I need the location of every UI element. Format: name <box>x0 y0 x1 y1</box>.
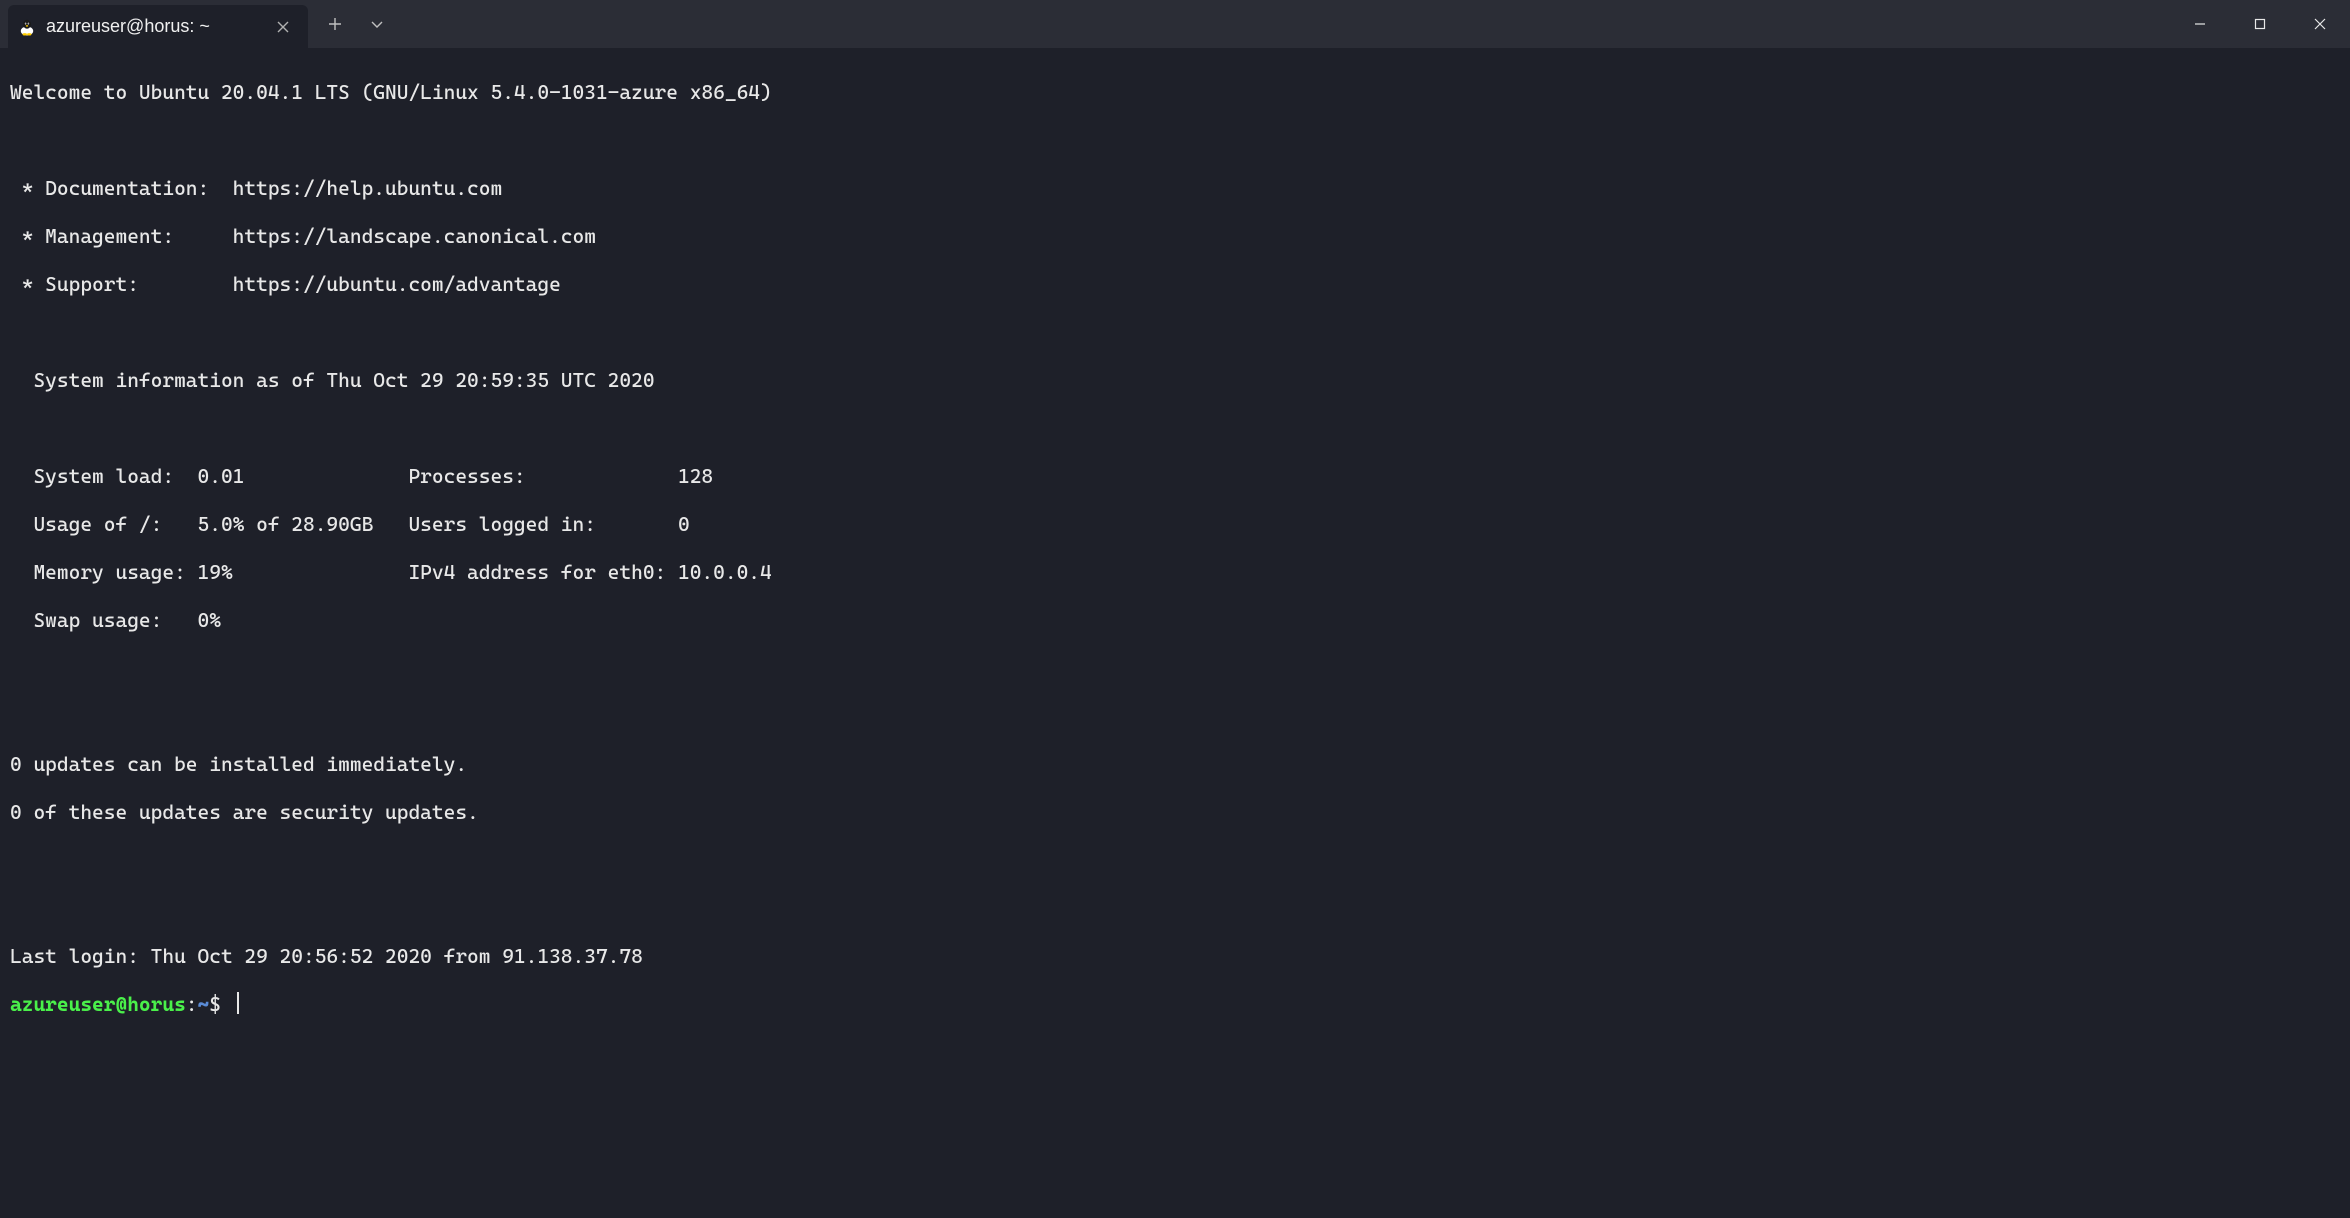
tab-strip: azureuser@horus: ~ <box>0 0 308 48</box>
titlebar-drag-region[interactable] <box>398 0 2170 48</box>
motd-welcome: Welcome to Ubuntu 20.04.1 LTS (GNU/Linux… <box>10 80 2340 104</box>
blank-line <box>10 656 2340 680</box>
sysinfo-row-1: System load: 0.01 Processes: 128 <box>10 464 2340 488</box>
tab-active[interactable]: azureuser@horus: ~ <box>8 5 308 48</box>
blank-line <box>10 896 2340 920</box>
updates-line-2: 0 of these updates are security updates. <box>10 800 2340 824</box>
motd-link-support: * Support: https://ubuntu.com/advantage <box>10 272 2340 296</box>
updates-line-1: 0 updates can be installed immediately. <box>10 752 2340 776</box>
chevron-down-icon <box>370 17 384 31</box>
sysinfo-header: System information as of Thu Oct 29 20:5… <box>10 368 2340 392</box>
prompt-sep: : <box>186 992 198 1016</box>
titlebar: azureuser@horus: ~ <box>0 0 2350 48</box>
terminal-window: azureuser@horus: ~ <box>0 0 2350 1218</box>
motd-link-doc: * Documentation: https://help.ubuntu.com <box>10 176 2340 200</box>
motd-link-mgmt: * Management: https://landscape.canonica… <box>10 224 2340 248</box>
blank-line <box>10 128 2340 152</box>
maximize-button[interactable] <box>2230 0 2290 48</box>
close-icon <box>2314 18 2326 30</box>
prompt-path: ~ <box>198 992 210 1016</box>
tab-dropdown-button[interactable] <box>356 0 398 48</box>
blank-line <box>10 416 2340 440</box>
prompt-line: azureuser@horus:~$ <box>10 992 2340 1016</box>
tab-title: azureuser@horus: ~ <box>46 16 262 37</box>
window-controls <box>2170 0 2350 48</box>
tux-icon <box>18 18 36 36</box>
prompt-sigil: $ <box>209 992 232 1016</box>
cursor <box>237 992 239 1014</box>
close-window-button[interactable] <box>2290 0 2350 48</box>
new-tab-button[interactable] <box>314 0 356 48</box>
tabbar-actions <box>308 0 398 48</box>
tab-close-button[interactable] <box>272 16 294 38</box>
blank-line <box>10 320 2340 344</box>
prompt-userhost: azureuser@horus <box>10 992 186 1016</box>
terminal-body[interactable]: Welcome to Ubuntu 20.04.1 LTS (GNU/Linux… <box>0 48 2350 1218</box>
plus-icon <box>328 17 342 31</box>
sysinfo-row-4: Swap usage: 0% <box>10 608 2340 632</box>
minimize-icon <box>2194 18 2206 30</box>
blank-line <box>10 704 2340 728</box>
minimize-button[interactable] <box>2170 0 2230 48</box>
last-login: Last login: Thu Oct 29 20:56:52 2020 fro… <box>10 944 2340 968</box>
maximize-icon <box>2254 18 2266 30</box>
close-icon <box>277 21 289 33</box>
sysinfo-row-2: Usage of /: 5.0% of 28.90GB Users logged… <box>10 512 2340 536</box>
blank-line <box>10 848 2340 872</box>
sysinfo-row-3: Memory usage: 19% IPv4 address for eth0:… <box>10 560 2340 584</box>
